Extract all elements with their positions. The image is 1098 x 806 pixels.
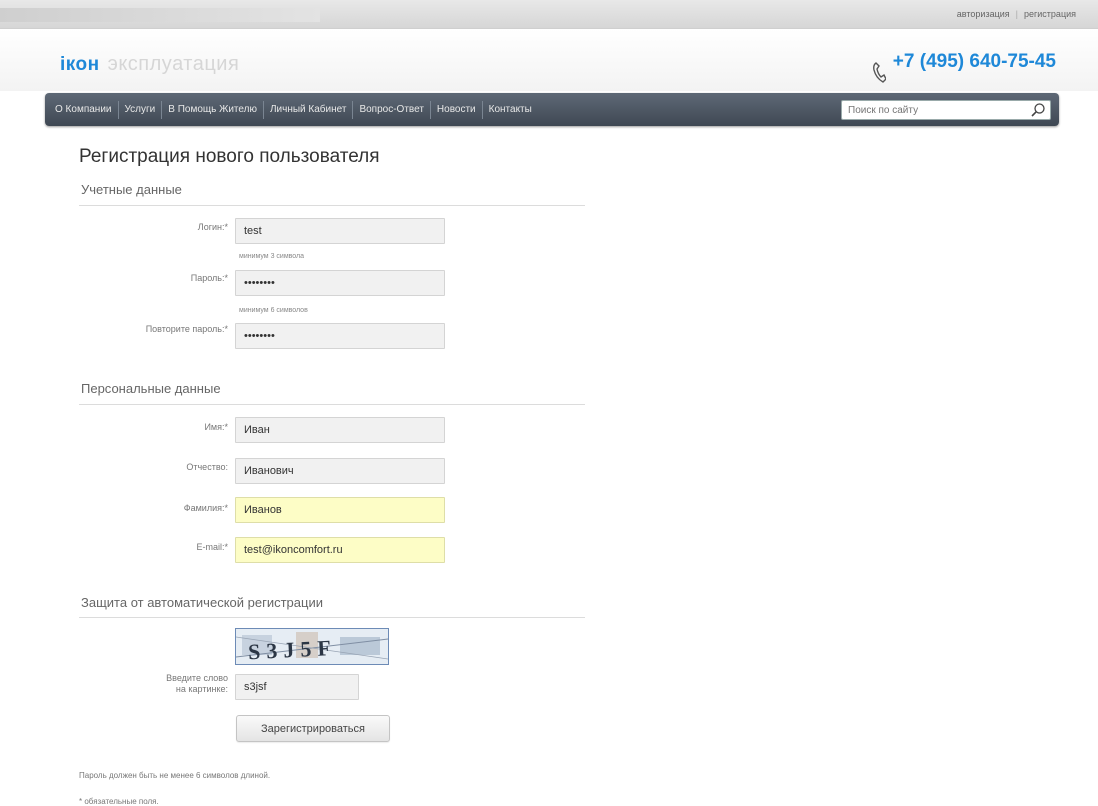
name-label: Имя:*: [204, 422, 228, 432]
confirm-password-field[interactable]: [235, 323, 445, 349]
password-hint: минимум 6 символов: [239, 307, 308, 314]
captcha-image: S3J5F: [235, 628, 389, 665]
captcha-graphic: S3J5F: [236, 629, 388, 664]
email-field[interactable]: [235, 537, 445, 563]
password-label: Пароль:*: [190, 273, 228, 283]
nav-item-help[interactable]: В Помощь Жителю: [164, 104, 261, 115]
top-bar-decoration: [0, 8, 320, 22]
phone-number: +7 (495) 640-75-45: [892, 51, 1056, 72]
section-protection-title: Защита от автоматической регистрации: [81, 595, 323, 610]
captcha-label: Введите слово на картинке:: [166, 673, 228, 694]
top-links-separator: |: [1015, 9, 1018, 19]
nav-separator: [161, 100, 163, 119]
nav-item-services[interactable]: Услуги: [121, 104, 160, 115]
login-label: Логин:*: [197, 222, 228, 232]
email-label: E-mail:*: [196, 542, 228, 552]
nav-separator: [262, 100, 264, 119]
site-logo[interactable]: ікон эксплуатация: [60, 53, 239, 76]
register-button[interactable]: Зарегистрироваться: [236, 715, 390, 742]
search-icon[interactable]: [1030, 102, 1046, 118]
nav-item-contacts[interactable]: Контакты: [485, 104, 536, 115]
patronymic-field[interactable]: [235, 458, 445, 484]
nav-separator: [352, 100, 354, 119]
nav-separator: [481, 100, 483, 119]
nav-item-faq[interactable]: Вопрос-Ответ: [355, 104, 427, 115]
nav-item-company[interactable]: О Компании: [51, 104, 116, 115]
surname-field[interactable]: [235, 497, 445, 523]
password-field[interactable]: [235, 270, 445, 296]
section-account-title: Учетные данные: [81, 182, 182, 197]
required-note: * обязательные поля.: [79, 797, 159, 806]
search-input[interactable]: [848, 103, 1018, 117]
main-nav: О Компании Услуги В Помощь Жителю Личный…: [45, 93, 1059, 126]
top-links: авторизация | регистрация: [957, 9, 1076, 19]
search-box: [841, 100, 1051, 120]
surname-label: Фамилия:*: [183, 503, 228, 513]
site-header: ікон эксплуатация +7 (495) 640-75-45: [0, 29, 1098, 91]
login-hint: минимум 3 символа: [239, 253, 304, 260]
register-link[interactable]: регистрация: [1024, 9, 1076, 19]
logo-brand: ікон: [60, 54, 100, 75]
nav-separator: [117, 100, 119, 119]
section-divider: [79, 404, 585, 405]
login-link[interactable]: авторизация: [957, 9, 1010, 19]
patronymic-label: Отчество:: [186, 462, 228, 472]
section-divider: [79, 205, 585, 206]
section-divider: [79, 617, 585, 618]
nav-items: О Компании Услуги В Помощь Жителю Личный…: [51, 93, 536, 126]
nav-item-cabinet[interactable]: Личный Кабинет: [266, 104, 350, 115]
password-note: Пароль должен быть не менее 6 символов д…: [79, 771, 271, 780]
confirm-password-label: Повторите пароль:*: [145, 324, 228, 334]
phone-icon: [873, 62, 886, 83]
nav-separator: [429, 100, 431, 119]
page-title: Регистрация нового пользователя: [79, 146, 380, 167]
top-bar: авторизация | регистрация: [0, 0, 1098, 29]
logo-subtitle: эксплуатация: [107, 53, 240, 75]
login-field[interactable]: [235, 218, 445, 244]
captcha-text: S3J5F: [248, 635, 338, 664]
name-field[interactable]: [235, 417, 445, 443]
nav-item-news[interactable]: Новости: [433, 104, 480, 115]
section-personal-title: Персональные данные: [81, 381, 221, 396]
captcha-field[interactable]: [235, 674, 359, 700]
